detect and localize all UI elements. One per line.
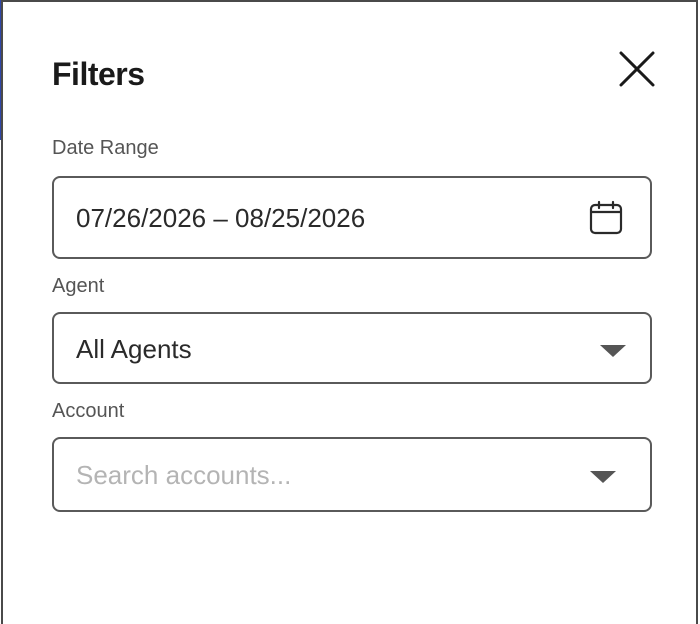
- date-range-field[interactable]: 07/26/2026 – 08/25/2026: [52, 176, 652, 259]
- agent-label: Agent: [52, 275, 105, 297]
- chevron-down-icon[interactable]: [590, 471, 616, 483]
- account-label: Account: [52, 400, 125, 422]
- agent-select[interactable]: All Agents: [52, 312, 652, 384]
- account-search-placeholder[interactable]: Search accounts...: [76, 460, 291, 491]
- panel-title: Filters: [52, 56, 145, 92]
- date-range-label: Date Range: [52, 137, 159, 159]
- date-range-value: 07/26/2026 – 08/25/2026: [76, 203, 366, 233]
- calendar-icon[interactable]: [588, 200, 624, 236]
- chevron-down-icon[interactable]: [600, 345, 626, 357]
- account-search-select[interactable]: Search accounts...: [52, 437, 652, 512]
- agent-selected-value: All Agents: [76, 334, 192, 364]
- close-icon: [619, 51, 655, 87]
- filters-panel: Filters Date Range 07/26/2026 – 08/25/20…: [1, 0, 698, 624]
- close-button[interactable]: [617, 49, 657, 89]
